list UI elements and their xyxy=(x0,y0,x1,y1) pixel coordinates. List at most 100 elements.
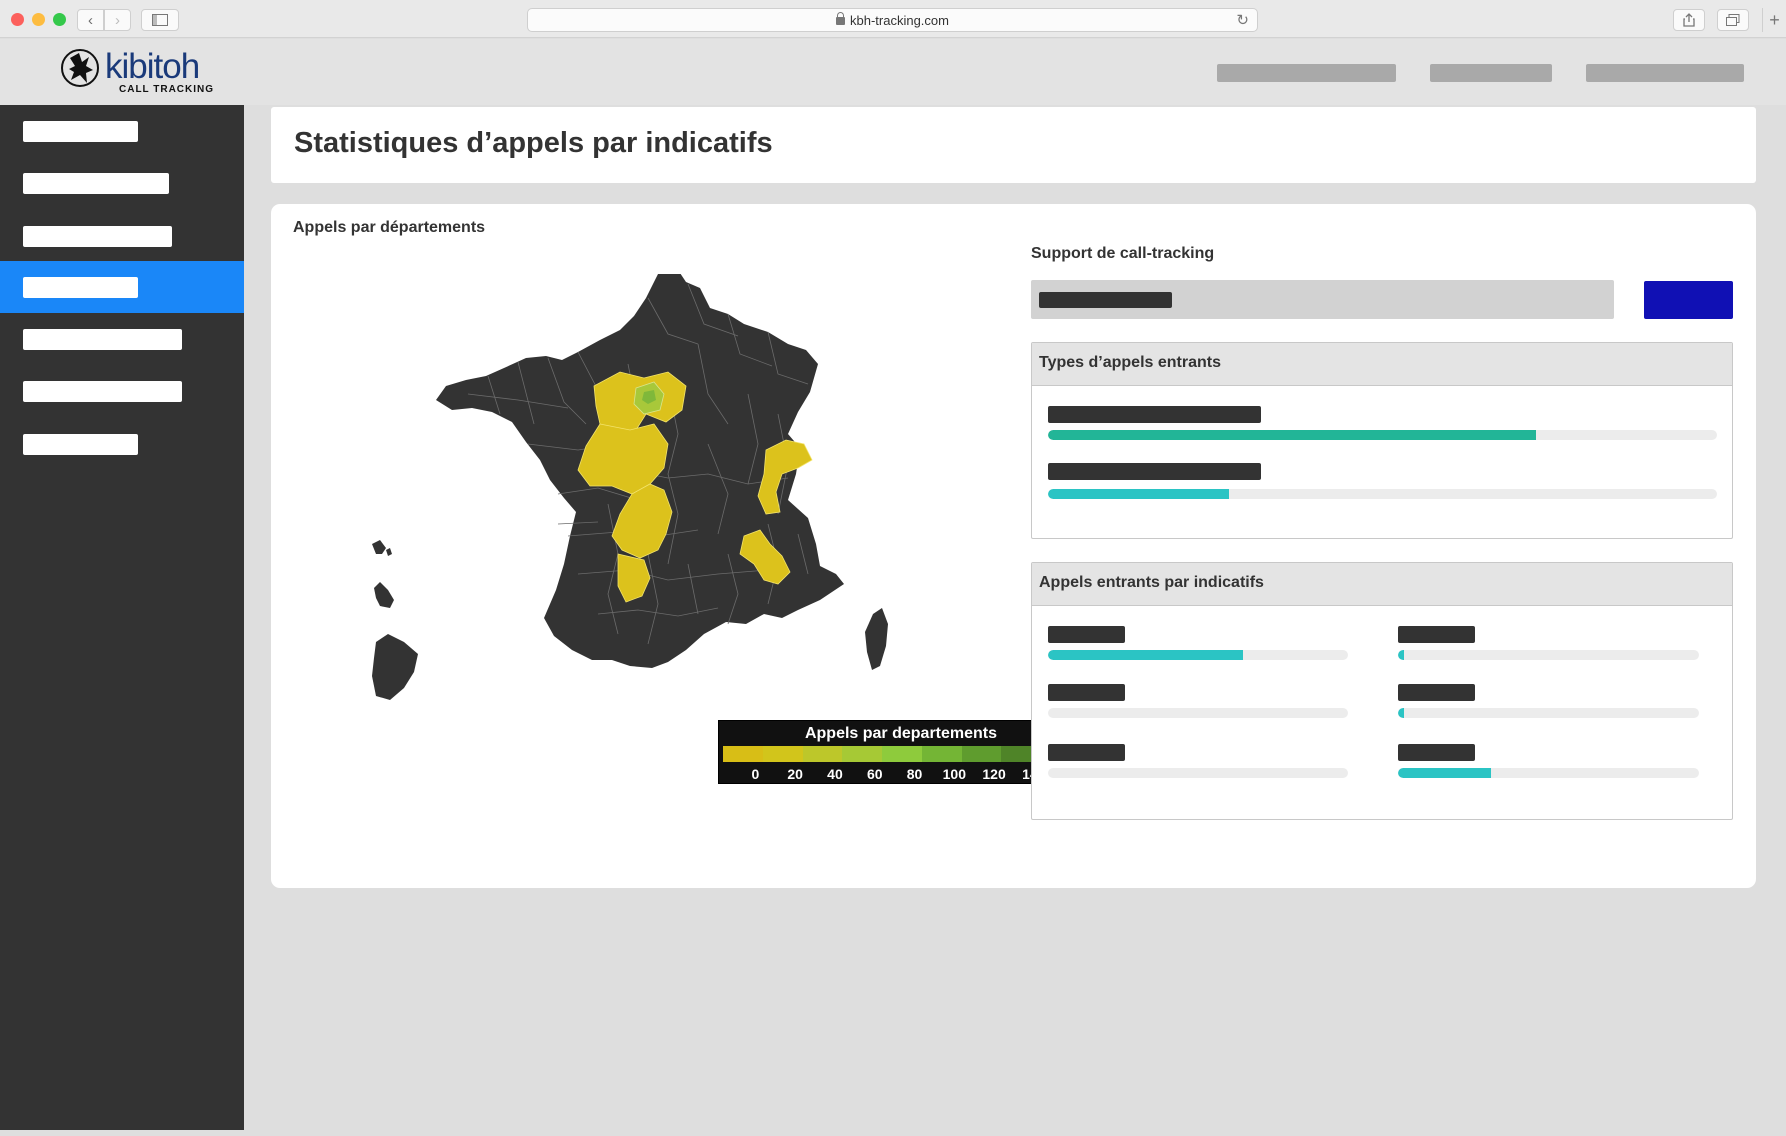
title-card: Statistiques d’appels par indicatifs xyxy=(271,107,1756,183)
reload-icon[interactable]: ↻ xyxy=(1236,11,1249,29)
sidebar-item-5[interactable] xyxy=(0,313,244,365)
minimize-window-button[interactable] xyxy=(32,13,45,26)
type-progress-2 xyxy=(1048,489,1717,499)
type-progress-fill xyxy=(1048,430,1537,440)
legend-swatch xyxy=(762,746,803,762)
indicatif-progress-fill xyxy=(1398,768,1492,778)
map-overseas-martinique[interactable] xyxy=(374,582,394,608)
indicatif-progress-1 xyxy=(1048,650,1348,660)
type-label-1 xyxy=(1048,406,1261,423)
legend-swatch xyxy=(842,746,883,762)
indicatif-progress-fill xyxy=(1398,650,1405,660)
brand-tagline: CALL TRACKING xyxy=(119,84,215,95)
zoom-window-button[interactable] xyxy=(53,13,66,26)
toggle-sidebar-button[interactable] xyxy=(141,9,179,31)
page-title: Statistiques d’appels par indicatifs xyxy=(294,127,773,159)
main-card: Appels par départements Appels par depar… xyxy=(271,204,1756,888)
url-text: kbh-tracking.com xyxy=(850,12,949,28)
sidebar xyxy=(0,105,244,1130)
legend-swatch xyxy=(723,746,763,762)
indicatif-progress-2 xyxy=(1398,650,1699,660)
top-nav-item-1[interactable] xyxy=(1217,64,1396,82)
support-select-value xyxy=(1039,292,1172,308)
sidebar-item-label xyxy=(23,434,138,455)
sidebar-icon xyxy=(152,14,168,26)
legend-tick-label: 20 xyxy=(787,766,803,782)
sidebar-item-1[interactable] xyxy=(0,105,244,157)
sidebar-item-6[interactable] xyxy=(0,365,244,417)
map-overseas-guadeloupe[interactable] xyxy=(372,540,392,556)
legend-tick-label: 0 xyxy=(751,766,760,782)
kibitoh-mascot-icon xyxy=(61,49,99,87)
indicatif-label-1 xyxy=(1048,626,1125,643)
brand-logo[interactable]: kibitoh CALL TRACKING xyxy=(60,46,230,98)
france-map xyxy=(372,270,888,700)
sidebar-item-label xyxy=(23,381,182,402)
tabs-icon xyxy=(1726,14,1740,26)
share-icon xyxy=(1683,13,1695,27)
top-nav-item-2[interactable] xyxy=(1430,64,1552,82)
legend-tick-label: 60 xyxy=(866,766,883,782)
support-select[interactable] xyxy=(1031,280,1614,319)
chevron-right-icon: › xyxy=(115,11,120,29)
brand-name: kibitoh xyxy=(105,47,200,86)
legend-tick-label: 100 xyxy=(942,766,966,782)
indicatif-progress-fill xyxy=(1398,708,1405,718)
indicatif-label-6 xyxy=(1398,744,1475,761)
browser-chrome: ‹ › kbh-tracking.com ↻ + xyxy=(0,0,1786,38)
legend-title: Appels par departements xyxy=(804,725,998,742)
support-submit-button[interactable] xyxy=(1644,281,1733,319)
legend-color-scale xyxy=(723,746,1082,762)
type-progress-fill xyxy=(1048,489,1229,499)
app-header: kibitoh CALL TRACKING xyxy=(0,39,1786,105)
map-section-label: Appels par départements xyxy=(293,219,486,236)
indicatif-progress-5 xyxy=(1048,768,1348,778)
legend-tick-label: 120 xyxy=(982,766,1006,782)
types-panel: Types d’appels entrants xyxy=(1031,342,1733,539)
type-label-2 xyxy=(1048,463,1261,480)
indicatif-label-4 xyxy=(1398,684,1475,701)
map-overseas-guyane[interactable] xyxy=(372,634,418,700)
indicatif-progress-3 xyxy=(1048,708,1348,718)
legend-ticks: 020406080100120140 xyxy=(723,766,1081,782)
sidebar-item-2[interactable] xyxy=(0,157,244,209)
sidebar-item-4-active[interactable] xyxy=(0,261,244,313)
indicatif-progress-6 xyxy=(1398,768,1699,778)
indicatif-progress-fill xyxy=(1048,650,1243,660)
share-button[interactable] xyxy=(1673,9,1705,31)
indicatif-progress-4 xyxy=(1398,708,1699,718)
show-tabs-button[interactable] xyxy=(1717,9,1749,31)
indicatifs-panel-title: Appels entrants par indicatifs xyxy=(1032,563,1732,606)
sidebar-item-3[interactable] xyxy=(0,210,244,262)
map-corsica[interactable] xyxy=(865,608,888,670)
legend-swatch xyxy=(802,746,843,762)
address-bar[interactable]: kbh-tracking.com ↻ xyxy=(527,8,1258,32)
plus-icon: + xyxy=(1769,9,1780,30)
sidebar-item-label xyxy=(23,277,138,298)
indicatifs-panel: Appels entrants par indicatifs xyxy=(1031,562,1733,820)
back-button[interactable]: ‹ xyxy=(77,9,104,31)
legend-swatch xyxy=(961,746,1002,762)
sidebar-item-label xyxy=(23,226,172,247)
sidebar-item-label xyxy=(23,121,138,142)
sidebar-item-label xyxy=(23,329,182,350)
legend-tick-label: 40 xyxy=(827,766,843,782)
close-window-button[interactable] xyxy=(11,13,24,26)
support-label: Support de call-tracking xyxy=(1031,245,1215,262)
indicatif-label-5 xyxy=(1048,744,1125,761)
types-panel-title: Types d’appels entrants xyxy=(1032,343,1732,386)
sidebar-item-label xyxy=(23,173,169,194)
new-tab-button[interactable]: + xyxy=(1762,8,1786,32)
legend-swatch xyxy=(882,746,922,762)
chevron-left-icon: ‹ xyxy=(88,11,93,29)
type-progress-1 xyxy=(1048,430,1717,440)
legend-tick-label: 80 xyxy=(906,766,923,782)
top-nav-item-3[interactable] xyxy=(1586,64,1744,82)
sidebar-item-7[interactable] xyxy=(0,418,244,470)
departments-map[interactable]: Appels par departements 0204060801001201… xyxy=(368,270,1084,784)
legend-swatch xyxy=(921,746,962,762)
lock-icon xyxy=(836,12,845,25)
indicatif-label-3 xyxy=(1048,684,1125,701)
forward-button[interactable]: › xyxy=(104,9,131,31)
map-legend: Appels par departements 0204060801001201… xyxy=(718,720,1084,784)
